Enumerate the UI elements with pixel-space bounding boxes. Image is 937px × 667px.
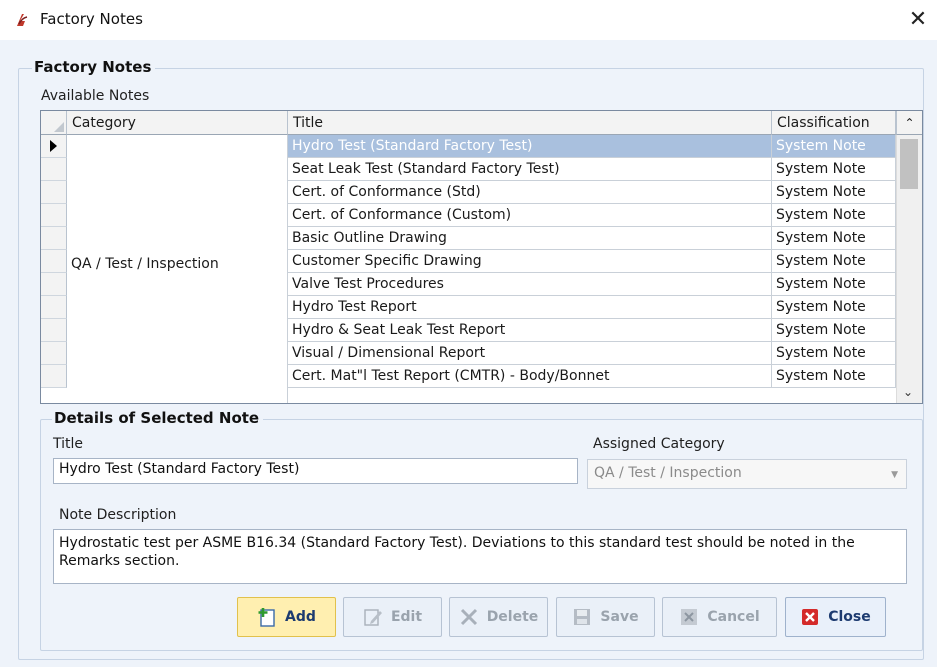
classification-cell[interactable]: System Note	[772, 158, 896, 181]
delete-x-icon	[460, 608, 477, 626]
assigned-category-value: QA / Test / Inspection	[594, 465, 742, 481]
classification-cell[interactable]: System Note	[772, 296, 896, 319]
classification-cell[interactable]: System Note	[772, 204, 896, 227]
title-field-label: Title	[53, 436, 84, 452]
add-button[interactable]: Add	[237, 597, 336, 637]
close-x-icon	[802, 609, 819, 625]
delete-button-label: Delete	[486, 609, 539, 625]
row-header[interactable]	[41, 204, 67, 227]
chevron-down-icon: ▼	[891, 470, 898, 480]
classification-cell[interactable]: System Note	[772, 365, 896, 388]
edit-button-label: Edit	[390, 609, 423, 625]
note-description-label: Note Description	[59, 507, 177, 523]
classification-cell[interactable]: System Note	[772, 273, 896, 296]
vertical-scrollbar[interactable]: ⌄	[896, 135, 922, 403]
window-title: Factory Notes	[40, 10, 143, 28]
category-cell-text: QA / Test / Inspection	[71, 256, 219, 272]
row-header[interactable]	[41, 250, 67, 273]
row-header[interactable]	[41, 135, 67, 158]
column-header-category[interactable]: Category	[67, 111, 288, 135]
add-button-label: Add	[285, 609, 316, 625]
factory-notes-window: Factory Notes ✕ Factory Notes Available …	[0, 0, 937, 667]
title-cell[interactable]: Visual / Dimensional Report	[288, 342, 772, 365]
row-header[interactable]	[41, 296, 67, 319]
row-header[interactable]	[41, 319, 67, 342]
window-close-button[interactable]: ✕	[903, 6, 933, 34]
add-note-icon	[258, 608, 275, 627]
category-merged-cell[interactable]: QA / Test / Inspection	[67, 135, 288, 403]
row-header[interactable]	[41, 158, 67, 181]
cancel-button[interactable]: Cancel	[662, 597, 777, 637]
scroll-down-button[interactable]: ⌄	[903, 385, 913, 399]
title-cell[interactable]: Basic Outline Drawing	[288, 227, 772, 250]
title-cell[interactable]: Hydro Test Report	[288, 296, 772, 319]
save-button[interactable]: Save	[556, 597, 655, 637]
title-field[interactable]: Hydro Test (Standard Factory Test)	[53, 458, 578, 484]
notes-grid[interactable]: Category Title Classification ⌃ QA / Tes…	[40, 110, 923, 404]
title-cell[interactable]: Hydro Test (Standard Factory Test)	[288, 135, 772, 158]
classification-cell[interactable]: System Note	[772, 135, 896, 158]
details-group-label: Details of Selected Note	[52, 409, 264, 427]
row-header[interactable]	[41, 181, 67, 204]
note-description-field[interactable]: Hydrostatic test per ASME B16.34 (Standa…	[53, 529, 907, 584]
save-button-label: Save	[600, 609, 639, 625]
title-bar: Factory Notes ✕	[0, 0, 937, 40]
delete-button[interactable]: Delete	[449, 597, 548, 637]
title-cell[interactable]: Valve Test Procedures	[288, 273, 772, 296]
app-logo-icon	[17, 14, 28, 26]
column-header-title[interactable]: Title	[288, 111, 772, 135]
scrollbar-thumb[interactable]	[900, 139, 918, 189]
title-cell[interactable]: Customer Specific Drawing	[288, 250, 772, 273]
cancel-icon	[681, 609, 698, 625]
edit-button[interactable]: Edit	[343, 597, 442, 637]
edit-pencil-icon	[364, 609, 382, 626]
row-header[interactable]	[41, 342, 67, 365]
title-cell[interactable]: Seat Leak Test (Standard Factory Test)	[288, 158, 772, 181]
classification-cell[interactable]: System Note	[772, 319, 896, 342]
classification-cell[interactable]: System Note	[772, 342, 896, 365]
available-notes-label: Available Notes	[41, 88, 150, 104]
close-button[interactable]: Close	[785, 597, 886, 637]
row-header[interactable]	[41, 273, 67, 296]
classification-cell[interactable]: System Note	[772, 181, 896, 204]
row-header[interactable]	[41, 227, 67, 250]
scroll-up-button[interactable]: ⌃	[896, 111, 922, 135]
title-cell[interactable]: Cert. of Conformance (Custom)	[288, 204, 772, 227]
title-cell[interactable]: Cert. Mat"l Test Report (CMTR) - Body/Bo…	[288, 365, 772, 388]
classification-cell[interactable]: System Note	[772, 250, 896, 273]
cancel-button-label: Cancel	[707, 609, 760, 625]
column-header-classification[interactable]: Classification	[772, 111, 896, 135]
assigned-category-select[interactable]: QA / Test / Inspection ▼	[587, 459, 907, 489]
classification-cell[interactable]: System Note	[772, 227, 896, 250]
assigned-category-label: Assigned Category	[593, 436, 725, 452]
row-header[interactable]	[41, 365, 67, 388]
grid-corner-header	[41, 111, 67, 135]
save-disk-icon	[574, 609, 591, 625]
close-button-label: Close	[828, 609, 871, 625]
title-cell[interactable]: Hydro & Seat Leak Test Report	[288, 319, 772, 342]
title-cell[interactable]: Cert. of Conformance (Std)	[288, 181, 772, 204]
factory-notes-group-label: Factory Notes	[32, 58, 156, 76]
